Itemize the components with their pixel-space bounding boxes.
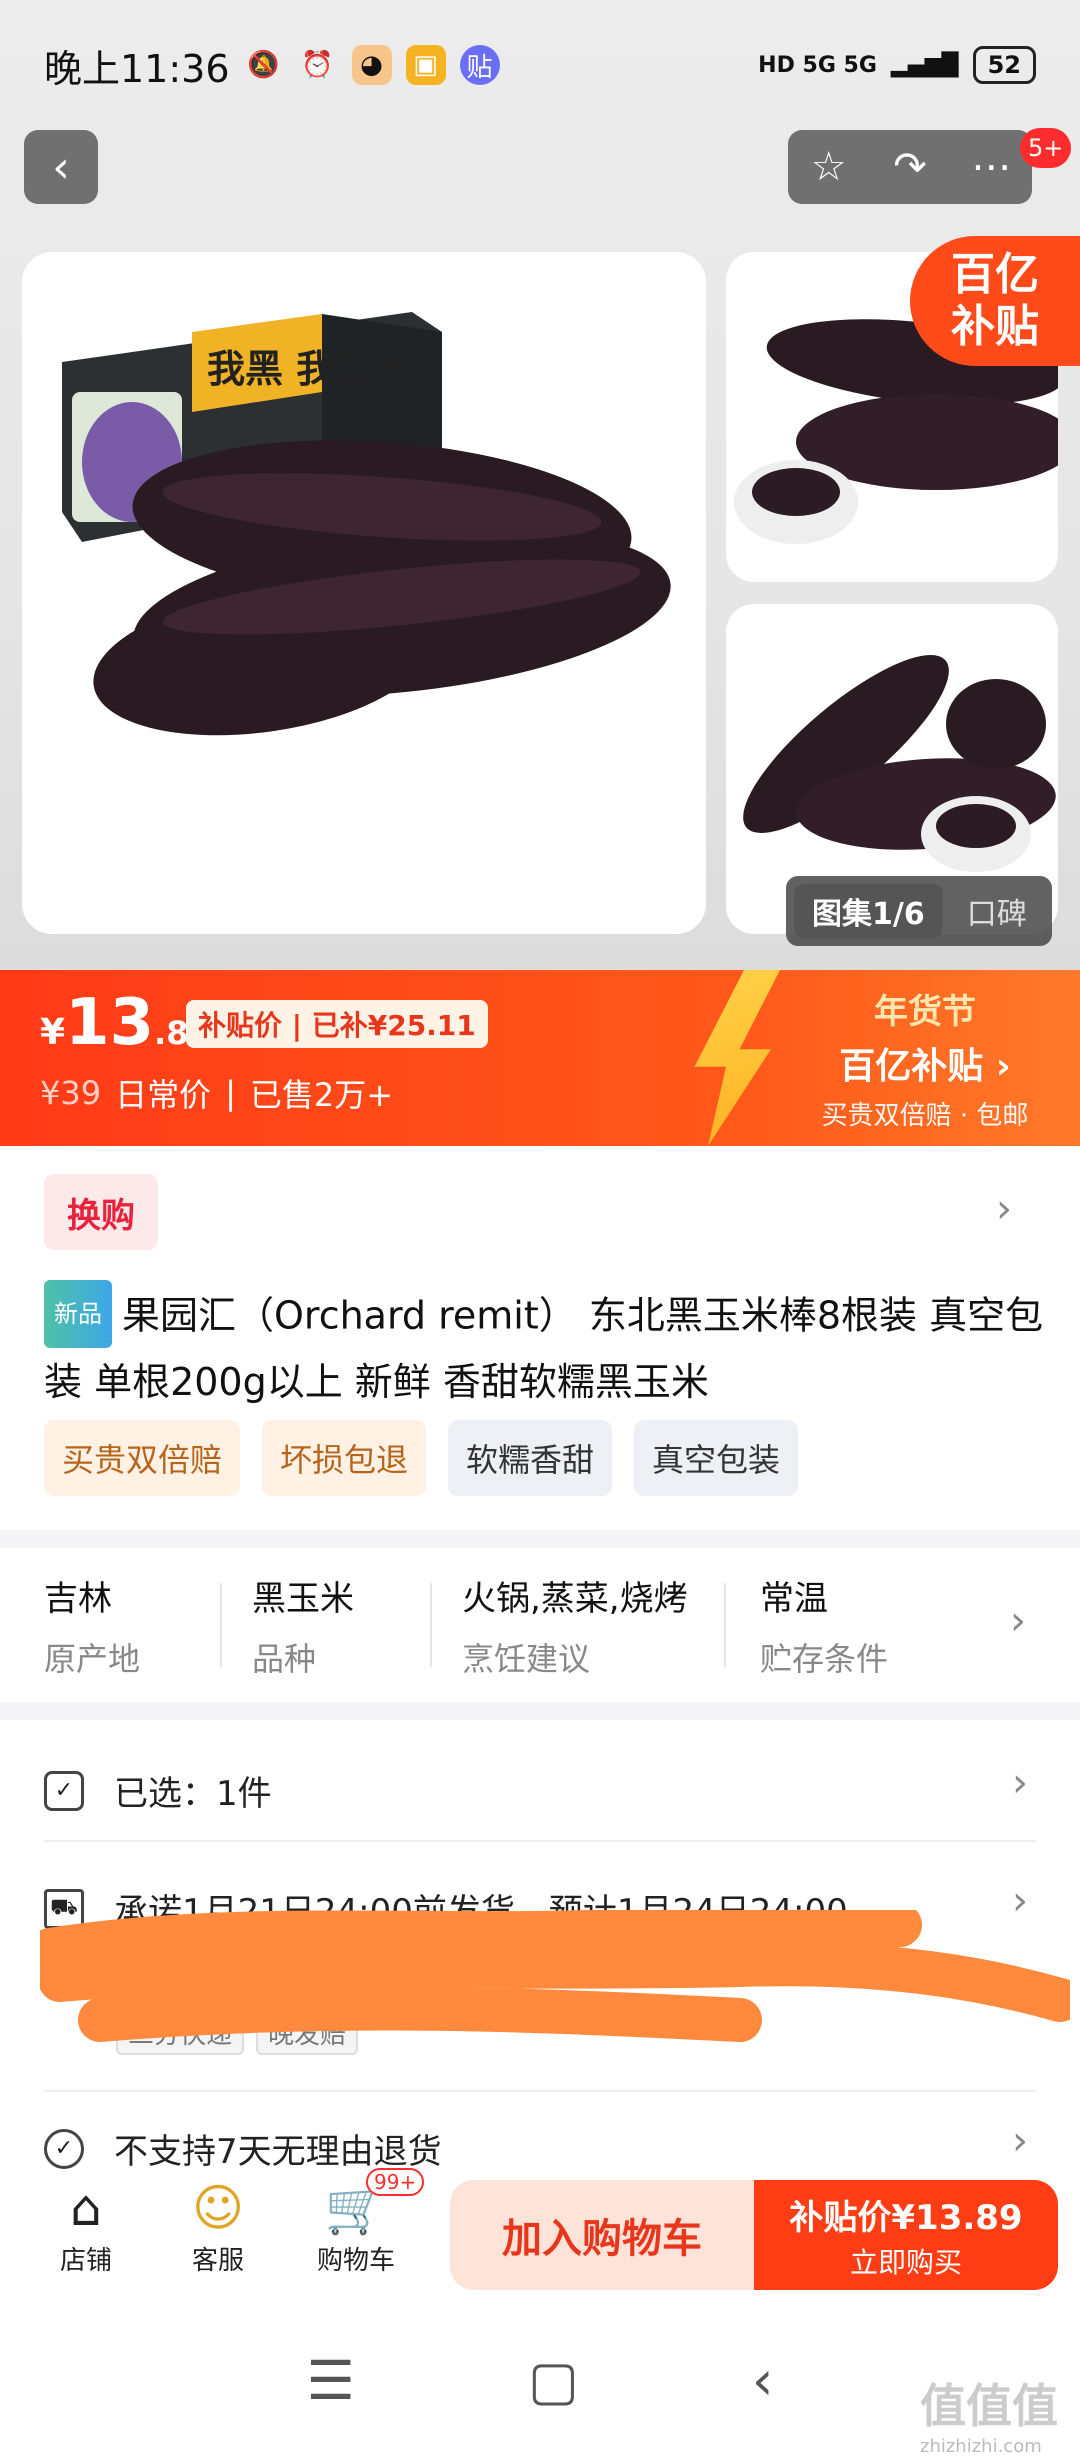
attribute-storage: 常温 贮存条件 (726, 1570, 986, 1680)
buy-now-button[interactable]: 补贴价¥13.89 立即购买 (754, 2180, 1058, 2290)
main-product-image[interactable]: 我黑 我营养 (22, 252, 706, 934)
watermark-url: zhizhizhi.com (920, 2436, 1042, 2457)
exchange-tag[interactable]: 换购 (44, 1174, 158, 1250)
subsidy-price-pill: 补贴价 | 已补¥25.11 (186, 1000, 488, 1048)
more-badge: 5+ (1020, 128, 1072, 168)
attribute-value: 常温 (760, 1578, 828, 1619)
campaign-label: 百亿补贴 › (839, 1046, 1011, 1087)
chevron-right-icon[interactable]: › (996, 1186, 1012, 1232)
attribute-key: 贮存条件 (760, 1639, 889, 1678)
customer-service-icon: ☺ (191, 2179, 245, 2237)
shield-check-icon: ✓ (44, 2128, 84, 2169)
mute-icon: 🔕 (247, 50, 280, 80)
gallery-counter[interactable]: 图集1/6 口碑 (786, 876, 1052, 946)
return-policy: 不支持7天无理由退货 (114, 2132, 442, 2172)
sold-count: 已售2万+ (249, 1076, 394, 1114)
subsidy-tag-line2: 补贴 (951, 301, 1039, 352)
cart-button[interactable]: 🛒 99+ 购物车 (296, 2168, 425, 2277)
return-policy-row[interactable]: ✓ 不支持7天无理由退货 › (44, 2118, 1036, 2173)
share-icon[interactable]: ↷ (869, 144, 950, 190)
attribute-key: 原产地 (44, 1639, 141, 1678)
original-price: ¥39 (40, 1074, 102, 1112)
price-divider: | (225, 1074, 236, 1112)
bottom-action-bar: ⌂ 店铺 ☺ 客服 🛒 99+ 购物车 加入购物车 补贴价¥13.89 立即购买 (0, 2168, 1080, 2300)
attribute-key: 烹饪建议 (462, 1639, 591, 1678)
header-actions: ☆ ↷ ⋯ (788, 130, 1032, 204)
attribute-cooking: 火锅,蒸菜,烧烤 烹饪建议 (432, 1570, 724, 1680)
app-notification-icon-3: 贴 (459, 45, 500, 85)
product-attributes[interactable]: 吉林 原产地 黑玉米 品种 火锅,蒸菜,烧烤 烹饪建议 常温 贮存条件 › (0, 1548, 1080, 1702)
chevron-right-icon: › (995, 1046, 1011, 1087)
app-notification-icon-2: ▣ (405, 45, 446, 85)
tag-double-compensation[interactable]: 买贵双倍赔 (44, 1420, 241, 1496)
store-button[interactable]: ⌂ 店铺 (26, 2176, 146, 2277)
campaign-banner[interactable]: 年货节 百亿补贴 › 买贵双倍赔 · 包邮 (780, 984, 1070, 1132)
tag-vacuum-pack[interactable]: 真空包装 (634, 1420, 799, 1496)
menu-icon[interactable]: ☰ (306, 2349, 354, 2412)
back-button[interactable]: ‹ (24, 130, 98, 204)
chevron-right-icon[interactable]: › (1010, 1598, 1026, 1644)
box-text: 我黑 我营养 (207, 347, 410, 391)
price-currency: ¥ (40, 1012, 66, 1053)
store-label: 店铺 (59, 2246, 112, 2276)
product-info-card: 换购 › 新品 果园汇（Orchard remit） 东北黑玉米棒8根装 真空包装… (0, 1146, 1080, 1530)
divider (44, 1840, 1036, 1842)
status-time: 晚上11:36 (44, 46, 230, 91)
system-navigation-bar: ☰ ▢ ‹ (0, 2300, 1080, 2460)
cart-label: 购物车 (316, 2246, 395, 2276)
attribute-origin: 吉林 原产地 (44, 1570, 220, 1680)
attribute-key: 品种 (252, 1639, 317, 1678)
selected-quantity-row[interactable]: ✓ 已选：1件 › (44, 1760, 1036, 1815)
app-notification-icon: ◕ (351, 45, 392, 85)
gallery-label[interactable]: 图集1/6 (794, 884, 943, 938)
chevron-right-icon: › (1012, 2118, 1028, 2164)
price-banner: ¥ 13 .89 补贴价 | 已补¥25.11 ¥39 日常价 | 已售2万+ … (0, 970, 1080, 1146)
attribute-variety: 黑玉米 品种 (222, 1570, 430, 1680)
product-title: 新品 果园汇（Orchard remit） 东北黑玉米棒8根装 真空包装 单根20… (44, 1280, 1044, 1412)
price-integer: 13 (65, 986, 155, 1060)
guarantee-note: 买贵双倍赔 · 包邮 (821, 1101, 1029, 1131)
new-tag: 新品 (44, 1280, 112, 1348)
cart-badge: 99+ (366, 2168, 425, 2196)
attribute-value: 黑玉米 (252, 1578, 354, 1619)
attribute-value: 火锅,蒸菜,烧烤 (462, 1578, 688, 1619)
black-corn-box-illustration: 我黑 我营养 (62, 312, 671, 736)
customer-service-button[interactable]: ☺ 客服 (158, 2176, 278, 2277)
attribute-value: 吉林 (44, 1578, 112, 1619)
subsidy-corner-tag: 百亿 补贴 (910, 236, 1080, 366)
tag-damage-refund[interactable]: 坏损包退 (262, 1420, 427, 1496)
back-icon[interactable]: ‹ (752, 2349, 774, 2412)
selected-quantity: 已选：1件 (114, 1774, 272, 1814)
battery-indicator: 52 (972, 46, 1036, 84)
buy-price: 补贴价¥13.89 (789, 2197, 1023, 2238)
signal-icon: ▂▄▆█ (890, 52, 959, 78)
chevron-right-icon: › (1012, 1760, 1028, 1806)
add-to-cart-button[interactable]: 加入购物车 (450, 2180, 754, 2290)
original-price-label: 日常价 (115, 1076, 212, 1114)
tag-soft-sweet[interactable]: 软糯香甜 (448, 1420, 613, 1496)
product-tags: 买贵双倍赔 坏损包退 软糯香甜 真空包装 (44, 1420, 799, 1496)
checklist-icon: ✓ (44, 1770, 84, 1811)
chevron-left-icon: ‹ (52, 141, 70, 193)
service-label: 客服 (191, 2246, 244, 2276)
redaction-scribble (40, 1910, 1070, 2042)
subsidy-tag-line1: 百亿 (951, 249, 1039, 300)
festival-label: 年货节 (874, 992, 976, 1032)
reviews-label[interactable]: 口碑 (967, 889, 1027, 933)
watermark-text: 值值值 (920, 2379, 1058, 2433)
favorite-star-icon[interactable]: ☆ (788, 144, 869, 190)
store-icon: ⌂ (70, 2179, 102, 2237)
product-title-text: 果园汇（Orchard remit） 东北黑玉米棒8根装 真空包装 单根200g… (44, 1293, 1044, 1405)
watermark: 值值值 zhizhizhi.com (920, 2370, 1058, 2457)
price-subline: ¥39 日常价 | 已售2万+ (40, 1070, 393, 1116)
status-bar: 晚上11:36 🔕 ⏰ ◕ ▣ 贴 HD 5G 5G ▂▄▆█ 52 (0, 0, 1080, 130)
home-icon[interactable]: ▢ (528, 2349, 579, 2412)
lightning-decoration (694, 970, 780, 1146)
alarm-icon: ⏰ (301, 50, 334, 80)
network-indicator: HD 5G 5G (758, 52, 877, 78)
buy-now-label: 立即购买 (849, 2245, 962, 2279)
divider (44, 2090, 1036, 2092)
